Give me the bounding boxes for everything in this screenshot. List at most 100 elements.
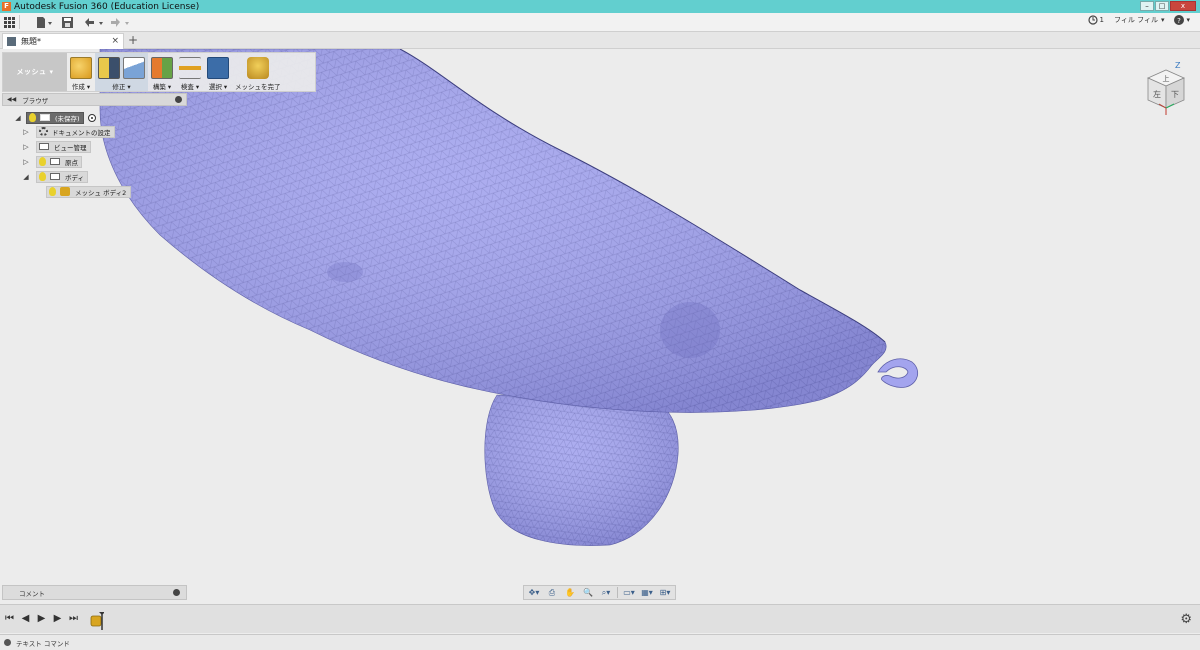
tree-root-row[interactable]: ◢ (未保存) (14, 111, 96, 124)
file-menu-icon[interactable] (36, 15, 52, 30)
tree-item-label: ドキュメントの設定 (52, 128, 111, 137)
new-tab-button[interactable]: + (128, 33, 138, 47)
fusion-app-icon: F (2, 2, 11, 11)
mesh-body-icon (60, 187, 70, 196)
canvas-viewport[interactable] (0, 49, 1200, 604)
pan-hand-icon[interactable]: ✋ (563, 587, 577, 598)
step-forward-icon[interactable]: ▶ (52, 613, 63, 625)
job-status-icon[interactable]: 1 (1087, 15, 1105, 25)
ribbon-group-finish-mesh[interactable]: メッシュを完了 (232, 53, 284, 91)
workspace-label: メッシュ (16, 68, 47, 76)
right-face-label[interactable]: 下 (1171, 90, 1179, 99)
quick-access-toolbar: 1 フィル フィル ▾ ? ▾ (0, 13, 1200, 32)
grid-settings-icon[interactable]: ▦▾ (640, 587, 654, 598)
ribbon-group-construct[interactable]: 構築 ▾ (148, 53, 176, 91)
tree-item-document-settings[interactable]: ▷ ドキュメントの設定 (22, 125, 115, 138)
select-arrow-icon (207, 56, 229, 79)
comments-panel[interactable]: コメント (2, 585, 187, 600)
z-axis-label: Z (1175, 61, 1181, 70)
add-comment-icon[interactable] (173, 589, 180, 596)
go-to-end-icon[interactable]: ⏭ (68, 613, 79, 625)
fit-zoom-icon[interactable]: ⌕▾ (599, 587, 613, 598)
ribbon-group-select[interactable]: 選択 ▾ (204, 53, 232, 91)
close-tab-icon[interactable]: × (111, 36, 119, 46)
front-face-label[interactable]: 左 (1153, 89, 1161, 99)
mesh-model[interactable] (0, 49, 1200, 604)
component-icon (40, 114, 50, 121)
ribbon-toolbar: メッシュ ▾ 作成 ▾ 修正 ▾ 構築 ▾ 検査 ▾ 選択 ▾ メッシュを完了 (2, 52, 316, 92)
comments-label: コメント (19, 589, 45, 598)
chevron-down-icon: ▾ (1160, 16, 1165, 24)
plane-cut-icon (123, 56, 145, 79)
text-command-label: テキスト コマンド (16, 639, 70, 648)
visibility-bulb-icon[interactable] (39, 172, 46, 181)
component-icon (7, 37, 16, 46)
tree-item-bodies[interactable]: ◢ ボディ (22, 170, 89, 183)
save-icon[interactable] (62, 15, 73, 30)
top-face-label[interactable]: 上 (1163, 74, 1170, 83)
tree-item-mesh-body[interactable]: メッシュ ボディ2 (46, 185, 132, 198)
help-icon[interactable]: ? ▾ (1174, 15, 1190, 25)
viewports-icon[interactable]: ⊞▾ (658, 587, 672, 598)
collapsed-triangle-icon[interactable]: ▷ (22, 143, 30, 151)
visibility-bulb-icon[interactable] (49, 187, 56, 196)
document-tabs-bar: 無題* × + (0, 32, 1200, 49)
pin-icon[interactable] (175, 96, 182, 103)
activate-radio-icon[interactable] (87, 113, 96, 122)
document-tab-name: 無題* (21, 37, 41, 46)
play-icon[interactable]: ▶ (36, 613, 47, 625)
ribbon-group-create[interactable]: 作成 ▾ (67, 53, 95, 91)
tree-item-label: ビュー管理 (54, 143, 87, 152)
ribbon-group-label: 検査 (180, 83, 194, 91)
collapse-arrows-icon[interactable]: ◀◀ (7, 96, 16, 103)
minimize-button[interactable]: – (1140, 1, 1154, 11)
step-back-icon[interactable]: ◀ (20, 613, 31, 625)
ribbon-group-label: 構築 (152, 83, 166, 91)
toolbar-divider (19, 15, 20, 29)
look-at-icon[interactable]: ⎙ (545, 587, 559, 598)
tree-item-label: 原点 (65, 158, 78, 167)
svg-text:?: ? (1178, 17, 1182, 25)
expanded-triangle-icon[interactable]: ◢ (22, 173, 30, 181)
expanded-triangle-icon[interactable]: ◢ (14, 114, 22, 122)
expand-command-icon[interactable] (4, 639, 11, 646)
tree-item-label: メッシュ ボディ2 (75, 188, 127, 197)
visibility-bulb-icon[interactable] (29, 113, 36, 122)
timeline-feature-mesh[interactable] (90, 610, 105, 630)
tree-item-named-views[interactable]: ▷ ビュー管理 (22, 140, 91, 153)
folder-icon (50, 158, 60, 165)
create-mesh-icon (70, 56, 92, 79)
chevron-down-icon: ▾ (49, 68, 54, 76)
zoom-window-icon[interactable]: 🔍 (581, 587, 595, 598)
maximize-button[interactable]: □ (1155, 1, 1169, 11)
tree-item-label: ボディ (65, 173, 85, 182)
close-window-button[interactable]: x (1170, 1, 1196, 11)
window-title: Autodesk Fusion 360 (Education License) (14, 1, 200, 12)
visibility-bulb-icon[interactable] (39, 157, 46, 166)
job-count: 1 (1099, 16, 1105, 24)
collapsed-triangle-icon[interactable]: ▷ (22, 128, 30, 136)
ribbon-group-modify[interactable]: 修正 ▾ (95, 53, 148, 91)
apps-grid-icon[interactable] (4, 15, 15, 30)
go-to-start-icon[interactable]: ⏮ (4, 613, 15, 625)
display-settings-icon[interactable]: ▭▾ (622, 587, 636, 598)
undo-icon[interactable] (83, 15, 105, 30)
ribbon-group-label: 修正 (112, 83, 126, 91)
ribbon-group-inspect[interactable]: 検査 ▾ (176, 53, 204, 91)
text-command-bar[interactable]: テキスト コマンド (0, 634, 1200, 650)
ribbon-group-label: 作成 (71, 83, 85, 91)
tree-item-origin[interactable]: ▷ 原点 (22, 155, 82, 168)
redo-icon[interactable] (109, 15, 131, 30)
timeline-settings-gear-icon[interactable]: ⚙ (1180, 612, 1192, 627)
user-name: フィル フィル (1114, 16, 1158, 24)
measure-icon (179, 56, 201, 79)
workspace-switcher[interactable]: メッシュ ▾ (3, 53, 67, 91)
remesh-icon (98, 56, 120, 79)
collapsed-triangle-icon[interactable]: ▷ (22, 158, 30, 166)
view-cube[interactable]: Z 上 左 下 (1140, 60, 1190, 118)
orbit-icon[interactable]: ✥▾ (527, 587, 541, 598)
browser-panel-header[interactable]: ◀◀ ブラウザ (2, 93, 187, 106)
gear-icon (39, 127, 48, 136)
user-account-menu[interactable]: フィル フィル ▾ (1114, 15, 1164, 25)
document-tab[interactable]: 無題* × (2, 33, 124, 49)
